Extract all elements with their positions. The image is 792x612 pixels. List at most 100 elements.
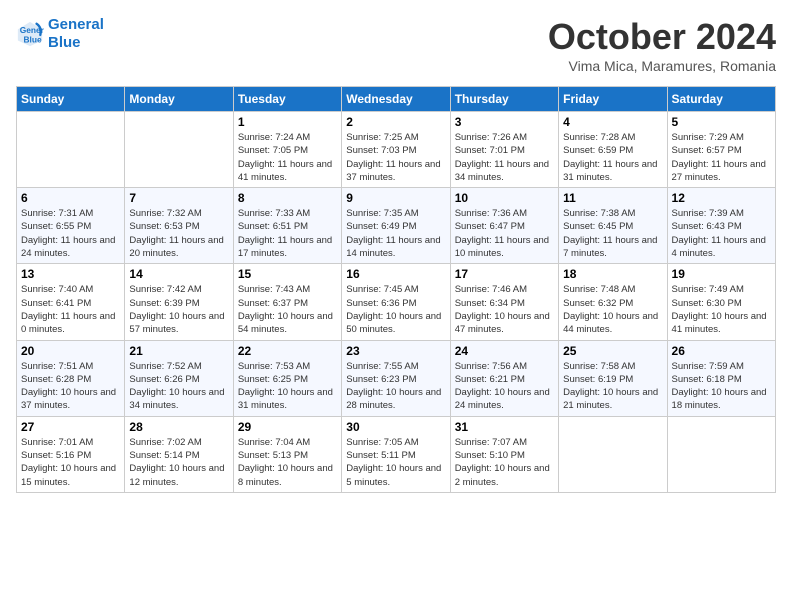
day-of-week-header: Tuesday [233,87,341,112]
calendar-cell: 11Sunrise: 7:38 AM Sunset: 6:45 PM Dayli… [559,188,667,264]
day-number: 23 [346,344,445,358]
day-info: Sunrise: 7:46 AM Sunset: 6:34 PM Dayligh… [455,283,554,336]
day-number: 14 [129,267,228,281]
day-number: 13 [21,267,120,281]
day-info: Sunrise: 7:48 AM Sunset: 6:32 PM Dayligh… [563,283,662,336]
day-info: Sunrise: 7:07 AM Sunset: 5:10 PM Dayligh… [455,436,554,489]
day-info: Sunrise: 7:24 AM Sunset: 7:05 PM Dayligh… [238,131,337,184]
calendar-cell: 21 Sunrise: 7:52 AM Sunset: 6:26 PM Dayli… [125,340,233,416]
calendar-cell: 4 Sunrise: 7:28 AM Sunset: 6:59 PM Daylig… [559,112,667,188]
day-info: Sunrise: 7:29 AM Sunset: 6:57 PM Dayligh… [672,131,771,184]
calendar-cell: 7 Sunrise: 7:32 AM Sunset: 6:53 PM Daylig… [125,188,233,264]
day-number: 19 [672,267,771,281]
day-number: 9 [346,191,445,205]
calendar-cell: 2 Sunrise: 7:25 AM Sunset: 7:03 PM Daylig… [342,112,450,188]
day-info: Sunrise: 7:40 AM Sunset: 6:41 PM Dayligh… [21,283,120,336]
day-number: 17 [455,267,554,281]
day-number: 16 [346,267,445,281]
day-of-week-header: Friday [559,87,667,112]
day-number: 21 [129,344,228,358]
day-number: 7 [129,191,228,205]
day-number: 20 [21,344,120,358]
calendar-cell: 27 Sunrise: 7:01 AM Sunset: 5:16 PM Dayli… [17,416,125,492]
day-info: Sunrise: 7:31 AM Sunset: 6:55 PM Dayligh… [21,207,120,260]
calendar-week-row: 6 Sunrise: 7:31 AM Sunset: 6:55 PM Daylig… [17,188,776,264]
day-number: 12 [672,191,771,205]
day-number: 26 [672,344,771,358]
day-info: Sunrise: 7:51 AM Sunset: 6:28 PM Dayligh… [21,360,120,413]
day-number: 10 [455,191,554,205]
calendar-cell: 6 Sunrise: 7:31 AM Sunset: 6:55 PM Daylig… [17,188,125,264]
calendar-cell: 23Sunrise: 7:55 AM Sunset: 6:23 PM Dayli… [342,340,450,416]
day-of-week-header: Thursday [450,87,558,112]
calendar-cell: 10 Sunrise: 7:36 AM Sunset: 6:47 PM Dayli… [450,188,558,264]
day-info: Sunrise: 7:32 AM Sunset: 6:53 PM Dayligh… [129,207,228,260]
calendar-header-row: SundayMondayTuesdayWednesdayThursdayFrid… [17,87,776,112]
calendar-cell: 1 Sunrise: 7:24 AM Sunset: 7:05 PM Daylig… [233,112,341,188]
day-number: 24 [455,344,554,358]
day-info: Sunrise: 7:33 AM Sunset: 6:51 PM Dayligh… [238,207,337,260]
day-number: 2 [346,115,445,129]
calendar-cell: 29Sunrise: 7:04 AM Sunset: 5:13 PM Dayli… [233,416,341,492]
day-number: 28 [129,420,228,434]
day-info: Sunrise: 7:02 AM Sunset: 5:14 PM Dayligh… [129,436,228,489]
day-number: 6 [21,191,120,205]
day-number: 18 [563,267,662,281]
calendar-cell: 13 Sunrise: 7:40 AM Sunset: 6:41 PM Dayli… [17,264,125,340]
day-info: Sunrise: 7:36 AM Sunset: 6:47 PM Dayligh… [455,207,554,260]
calendar-week-row: 20 Sunrise: 7:51 AM Sunset: 6:28 PM Dayli… [17,340,776,416]
day-number: 15 [238,267,337,281]
calendar-cell: 24 Sunrise: 7:56 AM Sunset: 6:21 PM Dayli… [450,340,558,416]
day-info: Sunrise: 7:38 AM Sunset: 6:45 PM Dayligh… [563,207,662,260]
day-of-week-header: Wednesday [342,87,450,112]
calendar-cell: 18 Sunrise: 7:48 AM Sunset: 6:32 PM Dayli… [559,264,667,340]
day-info: Sunrise: 7:56 AM Sunset: 6:21 PM Dayligh… [455,360,554,413]
day-info: Sunrise: 7:28 AM Sunset: 6:59 PM Dayligh… [563,131,662,184]
calendar-cell: 19Sunrise: 7:49 AM Sunset: 6:30 PM Dayli… [667,264,775,340]
day-info: Sunrise: 7:25 AM Sunset: 7:03 PM Dayligh… [346,131,445,184]
calendar-week-row: 13 Sunrise: 7:40 AM Sunset: 6:41 PM Dayli… [17,264,776,340]
day-number: 8 [238,191,337,205]
calendar-cell: 28 Sunrise: 7:02 AM Sunset: 5:14 PM Dayli… [125,416,233,492]
month-title: October 2024 [548,16,776,58]
day-number: 3 [455,115,554,129]
day-info: Sunrise: 7:35 AM Sunset: 6:49 PM Dayligh… [346,207,445,260]
day-info: Sunrise: 7:53 AM Sunset: 6:25 PM Dayligh… [238,360,337,413]
day-info: Sunrise: 7:58 AM Sunset: 6:19 PM Dayligh… [563,360,662,413]
calendar-cell: 8 Sunrise: 7:33 AM Sunset: 6:51 PM Daylig… [233,188,341,264]
day-number: 4 [563,115,662,129]
calendar-cell [17,112,125,188]
svg-text:Blue: Blue [23,34,41,44]
day-info: Sunrise: 7:42 AM Sunset: 6:39 PM Dayligh… [129,283,228,336]
calendar-cell: 9 Sunrise: 7:35 AM Sunset: 6:49 PM Daylig… [342,188,450,264]
day-number: 27 [21,420,120,434]
day-number: 22 [238,344,337,358]
day-info: Sunrise: 7:39 AM Sunset: 6:43 PM Dayligh… [672,207,771,260]
day-info: Sunrise: 7:59 AM Sunset: 6:18 PM Dayligh… [672,360,771,413]
calendar-cell: 16Sunrise: 7:45 AM Sunset: 6:36 PM Dayli… [342,264,450,340]
calendar-body: 1 Sunrise: 7:24 AM Sunset: 7:05 PM Daylig… [17,112,776,493]
title-block: October 2024 Vima Mica, Maramures, Roman… [548,16,776,74]
calendar-cell: 26 Sunrise: 7:59 AM Sunset: 6:18 PM Dayli… [667,340,775,416]
day-info: Sunrise: 7:04 AM Sunset: 5:13 PM Dayligh… [238,436,337,489]
day-number: 5 [672,115,771,129]
calendar-cell: 22 Sunrise: 7:53 AM Sunset: 6:25 PM Dayli… [233,340,341,416]
calendar-week-row: 27 Sunrise: 7:01 AM Sunset: 5:16 PM Dayli… [17,416,776,492]
calendar-cell: 5 Sunrise: 7:29 AM Sunset: 6:57 PM Daylig… [667,112,775,188]
day-info: Sunrise: 7:52 AM Sunset: 6:26 PM Dayligh… [129,360,228,413]
calendar-week-row: 1 Sunrise: 7:24 AM Sunset: 7:05 PM Daylig… [17,112,776,188]
day-of-week-header: Saturday [667,87,775,112]
calendar-cell: 14 Sunrise: 7:42 AM Sunset: 6:39 PM Dayli… [125,264,233,340]
day-number: 1 [238,115,337,129]
day-number: 30 [346,420,445,434]
location-subtitle: Vima Mica, Maramures, Romania [548,58,776,74]
calendar-cell: 30Sunrise: 7:05 AM Sunset: 5:11 PM Dayli… [342,416,450,492]
day-number: 31 [455,420,554,434]
calendar-cell [559,416,667,492]
day-number: 25 [563,344,662,358]
calendar-cell: 15Sunrise: 7:43 AM Sunset: 6:37 PM Dayli… [233,264,341,340]
calendar-cell: 17 Sunrise: 7:46 AM Sunset: 6:34 PM Dayli… [450,264,558,340]
day-info: Sunrise: 7:01 AM Sunset: 5:16 PM Dayligh… [21,436,120,489]
calendar-cell [125,112,233,188]
logo: General Blue General Blue [16,16,104,52]
